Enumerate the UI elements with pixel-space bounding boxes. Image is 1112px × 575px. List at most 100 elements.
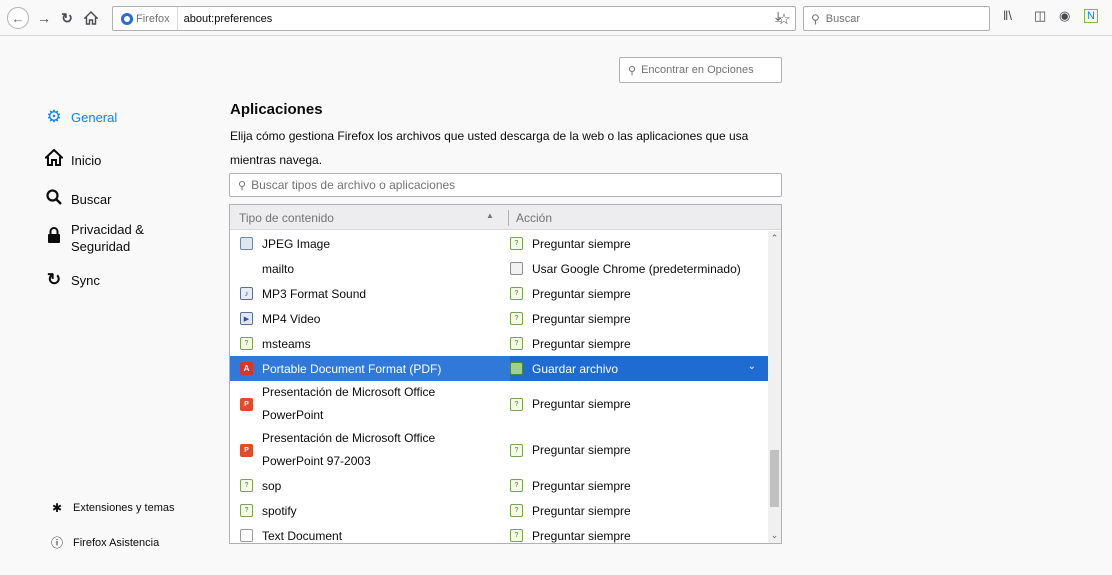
sidebar-item-label: Sync bbox=[71, 272, 100, 288]
search-placeholder: Buscar bbox=[825, 12, 861, 25]
content-type-search-input[interactable]: ⚲ Buscar tipos de archivo o aplicaciones bbox=[229, 173, 782, 197]
table-row[interactable]: Text Document ? Preguntar siempre bbox=[230, 523, 768, 543]
action-label: Guardar archivo bbox=[532, 361, 619, 376]
help-icon: ⓘ bbox=[50, 536, 63, 550]
content-type-label: sop bbox=[262, 478, 282, 493]
action-label: Preguntar siempre bbox=[532, 286, 631, 301]
applications-table: Tipo de contenido ▲ Acción JPEG Image ? P… bbox=[229, 204, 782, 544]
extension-icon[interactable]: N bbox=[1084, 9, 1098, 23]
identity-label: Firefox bbox=[136, 12, 170, 25]
ask-icon: ? bbox=[240, 337, 253, 350]
content-type-label: mailto bbox=[262, 261, 295, 276]
sync-icon: ↻ bbox=[46, 270, 62, 289]
download-icon[interactable]: ⤓ bbox=[775, 8, 781, 25]
content-type-label-line1: Presentación de Microsoft Office bbox=[262, 385, 436, 399]
table-row[interactable]: mailto Usar Google Chrome (predeterminad… bbox=[230, 256, 768, 281]
sidebar-item-label-line2: Seguridad bbox=[71, 239, 131, 254]
search-icon: ⚲ bbox=[628, 64, 637, 77]
mp3-file-icon: ♪ bbox=[240, 287, 253, 300]
sidebar-item-inicio[interactable]: Inicio bbox=[43, 148, 102, 171]
content-type-label: msteams bbox=[262, 336, 311, 351]
jpeg-file-icon bbox=[240, 237, 253, 250]
table-row[interactable]: ♪ MP3 Format Sound ? Preguntar siempre bbox=[230, 281, 768, 306]
ask-icon: ? bbox=[510, 529, 523, 542]
content-type-label: MP4 Video bbox=[262, 311, 321, 326]
content-type-label-line1: Presentación de Microsoft Office bbox=[262, 431, 436, 445]
navigation-toolbar: ← → ↻ Firefox about:preferences ☆ ⤓ ⚲ Bu… bbox=[0, 0, 1112, 36]
content-type-label: Portable Document Format (PDF) bbox=[262, 361, 442, 376]
sidebar-toggle-icon[interactable]: ◫ bbox=[1034, 8, 1046, 24]
action-label: Preguntar siempre bbox=[532, 397, 631, 411]
ppt-file-icon: P bbox=[240, 397, 253, 411]
scroll-thumb[interactable] bbox=[770, 450, 779, 507]
sidebar-item-sync[interactable]: ↻ Sync bbox=[44, 270, 100, 290]
find-in-options-input[interactable]: ⚲ Encontrar en Opciones bbox=[619, 57, 782, 83]
sidebar-item-label: Buscar bbox=[71, 192, 112, 207]
gear-icon: ⚙ bbox=[46, 107, 62, 126]
home-button[interactable] bbox=[80, 7, 102, 29]
action-label: Preguntar siempre bbox=[532, 503, 631, 518]
content-type-label: Presentación de Microsoft Office PowerPoi… bbox=[262, 427, 435, 473]
content-type-label: JPEG Image bbox=[262, 236, 331, 251]
forward-button[interactable]: → bbox=[33, 7, 55, 29]
action-dropdown[interactable]: Guardar archivo ⌄ bbox=[510, 356, 768, 381]
puzzle-icon: ✱ bbox=[51, 501, 63, 515]
account-icon[interactable]: ◉ bbox=[1059, 8, 1070, 24]
library-icon[interactable]: ‖\ bbox=[1003, 8, 1012, 23]
table-body: JPEG Image ? Preguntar siempre mailto Usa… bbox=[230, 231, 768, 543]
sidebar-item-label-line1: Privacidad & bbox=[71, 222, 144, 237]
search-bar[interactable]: ⚲ Buscar bbox=[803, 6, 990, 31]
footer-link-label: Extensiones y temas bbox=[73, 502, 175, 514]
content-type-label: spotify bbox=[262, 503, 297, 518]
identity-box[interactable]: Firefox bbox=[113, 7, 178, 30]
action-label: Preguntar siempre bbox=[532, 336, 631, 351]
ask-icon: ? bbox=[240, 479, 253, 492]
ask-icon: ? bbox=[510, 287, 523, 300]
scroll-down-icon[interactable]: ⌄ bbox=[768, 530, 781, 541]
url-bar[interactable]: Firefox about:preferences ☆ bbox=[112, 6, 796, 31]
content-type-label-line2: PowerPoint bbox=[262, 408, 324, 422]
sidebar: ⚙ General Inicio Buscar Privacidad & Seg… bbox=[0, 37, 210, 575]
table-row[interactable]: ? msteams ? Preguntar siempre bbox=[230, 331, 768, 356]
home-icon bbox=[84, 11, 98, 25]
sort-ascending-icon: ▲ bbox=[486, 211, 494, 220]
find-placeholder: Encontrar en Opciones bbox=[641, 64, 754, 76]
sidebar-item-privacy[interactable]: Privacidad & Seguridad bbox=[44, 221, 144, 255]
sidebar-item-label: Inicio bbox=[71, 152, 102, 168]
action-label: Preguntar siempre bbox=[532, 311, 631, 326]
table-row[interactable]: P Presentación de Microsoft Office PowerPo… bbox=[230, 427, 768, 473]
scroll-up-icon[interactable]: ⌃ bbox=[768, 233, 781, 244]
url-text[interactable]: about:preferences bbox=[178, 13, 773, 25]
table-row[interactable]: ? spotify ? Preguntar siempre bbox=[230, 498, 768, 523]
table-row[interactable]: ▶ MP4 Video ? Preguntar siempre bbox=[230, 306, 768, 331]
section-title: Aplicaciones bbox=[230, 101, 323, 117]
table-row[interactable]: ? sop ? Preguntar siempre bbox=[230, 473, 768, 498]
mp4-file-icon: ▶ bbox=[240, 312, 253, 325]
action-label: Preguntar siempre bbox=[532, 478, 631, 493]
table-row-selected[interactable]: A Portable Document Format (PDF) Guardar … bbox=[230, 356, 768, 381]
action-label: Preguntar siempre bbox=[532, 528, 631, 543]
action-label: Preguntar siempre bbox=[532, 443, 631, 457]
table-header: Tipo de contenido ▲ Acción bbox=[230, 205, 781, 230]
search-icon: ⚲ bbox=[811, 11, 820, 26]
table-scrollbar[interactable]: ⌃ ⌄ bbox=[768, 231, 781, 543]
content-type-label: Presentación de Microsoft Office PowerPoi… bbox=[262, 381, 435, 427]
firefox-support-link[interactable]: ⓘ Firefox Asistencia bbox=[50, 534, 159, 551]
table-row[interactable]: JPEG Image ? Preguntar siempre bbox=[230, 231, 768, 256]
home-icon bbox=[43, 148, 65, 171]
reload-button[interactable]: ↻ bbox=[56, 7, 78, 29]
back-arrow-icon: ← bbox=[11, 10, 25, 26]
pdf-file-icon: A bbox=[240, 362, 253, 375]
table-row[interactable]: P Presentación de Microsoft Office PowerPo… bbox=[230, 381, 768, 427]
blank-icon bbox=[240, 262, 253, 275]
extensions-themes-link[interactable]: ✱ Extensiones y temas bbox=[50, 501, 175, 515]
ask-icon: ? bbox=[510, 443, 523, 457]
column-header-content-type[interactable]: Tipo de contenido bbox=[239, 205, 498, 230]
column-separator bbox=[508, 210, 509, 226]
sidebar-item-general[interactable]: ⚙ General bbox=[44, 107, 117, 127]
ask-icon: ? bbox=[510, 397, 523, 411]
column-header-action[interactable]: Acción bbox=[516, 205, 552, 230]
sidebar-item-buscar[interactable]: Buscar bbox=[44, 189, 111, 210]
back-button[interactable]: ← bbox=[7, 7, 29, 29]
type-search-placeholder: Buscar tipos de archivo o aplicaciones bbox=[251, 178, 456, 192]
